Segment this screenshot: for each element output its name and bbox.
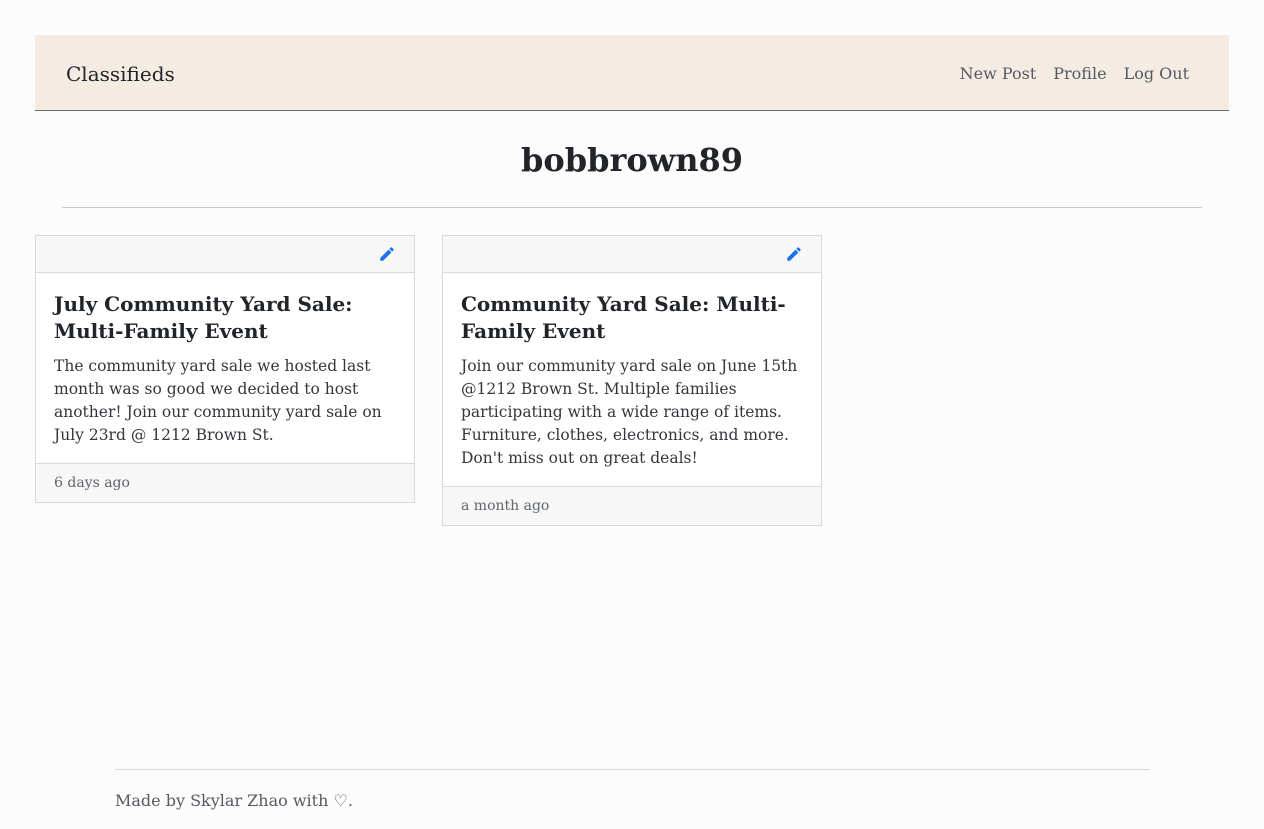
page-title: bobbrown89	[520, 141, 743, 179]
pencil-icon[interactable]	[378, 245, 396, 263]
post-time: 6 days ago	[36, 463, 414, 502]
nav-new-post-link[interactable]: New Post	[960, 63, 1037, 85]
navbar: Classifieds New Post Profile Log Out	[35, 35, 1229, 111]
post-time: a month ago	[443, 486, 821, 525]
post-description: The community yard sale we hosted last m…	[54, 357, 382, 444]
nav-links: New Post Profile Log Out	[960, 63, 1189, 85]
footer-credit: Made by Skylar Zhao with ♡.	[115, 791, 353, 810]
nav-profile-link[interactable]: Profile	[1053, 63, 1106, 85]
post-description: Join our community yard sale on June 15t…	[461, 357, 798, 467]
nav-logout-link[interactable]: Log Out	[1124, 63, 1189, 85]
brand-link[interactable]: Classifieds	[66, 61, 175, 87]
card-header	[443, 236, 821, 273]
post-card: July Community Yard Sale: Multi-Family E…	[35, 235, 415, 503]
card-body: Community Yard Sale: Multi-Family Event …	[443, 273, 821, 486]
card-header	[36, 236, 414, 273]
pencil-icon[interactable]	[785, 245, 803, 263]
post-title: Community Yard Sale: Multi-Family Event	[461, 292, 786, 343]
card-body: July Community Yard Sale: Multi-Family E…	[36, 273, 414, 463]
post-title: July Community Yard Sale: Multi-Family E…	[54, 292, 353, 343]
post-card: Community Yard Sale: Multi-Family Event …	[442, 235, 822, 526]
title-divider	[62, 207, 1202, 208]
footer-divider	[115, 769, 1150, 770]
